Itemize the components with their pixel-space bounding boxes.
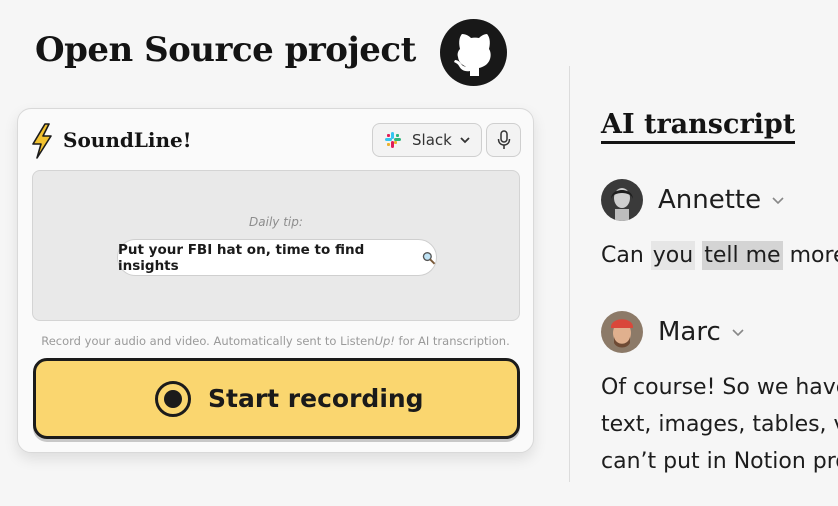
speaker-name: Annette xyxy=(658,185,762,215)
page-title: Open Source project xyxy=(35,30,416,70)
tip-text: Put your FBI hat on, time to find insigh… xyxy=(118,241,365,274)
daily-tip-panel: Daily tip: Put your FBI hat on, time to … xyxy=(32,170,520,321)
record-icon xyxy=(155,380,191,417)
recording-note: Record your audio and video. Automatical… xyxy=(18,334,533,348)
speaker-annette[interactable]: Annette xyxy=(601,179,785,221)
transcript-text: more xyxy=(789,243,838,268)
transcript-line: Of course! So we have xyxy=(601,375,838,400)
microphone-button[interactable] xyxy=(486,123,521,157)
highlighted-word: tell me xyxy=(702,241,783,270)
start-recording-label: Start recording xyxy=(208,384,424,413)
avatar xyxy=(601,311,643,353)
divider xyxy=(569,66,570,482)
speaker-marc[interactable]: Marc xyxy=(601,311,745,353)
highlighted-word: you xyxy=(650,241,696,270)
chevron-down-icon xyxy=(772,197,784,205)
recorder-widget: SoundLine! Slack Daily tip: Put your FBI… xyxy=(17,108,534,453)
start-recording-button[interactable]: Start recording xyxy=(33,358,520,439)
transcript-line: Can you tell me more xyxy=(601,241,838,270)
transcript-text: Can xyxy=(601,243,651,268)
slack-icon xyxy=(385,132,401,148)
chevron-down-icon xyxy=(732,329,744,337)
note-text: Record your audio and video. Automatical… xyxy=(41,334,375,348)
tip-label: Daily tip: xyxy=(249,215,303,229)
avatar xyxy=(601,179,643,221)
integration-label: Slack xyxy=(412,131,452,149)
app-name: SoundLine! xyxy=(63,128,192,152)
transcript-line: can’t put in Notion pro xyxy=(601,449,838,474)
chevron-down-icon xyxy=(460,137,470,144)
note-brand: Up! xyxy=(374,334,395,348)
speaker-name: Marc xyxy=(658,317,721,347)
lightning-bolt-icon xyxy=(32,123,52,159)
note-text-end: for AI transcription. xyxy=(394,334,510,348)
transcript-line: text, images, tables, v xyxy=(601,412,838,437)
microphone-icon xyxy=(497,130,510,149)
github-octocat-icon[interactable] xyxy=(440,19,507,86)
transcript-title: AI transcript xyxy=(601,109,796,144)
tip-pill: Put your FBI hat on, time to find insigh… xyxy=(117,239,437,276)
integration-select[interactable]: Slack xyxy=(372,123,482,157)
magnifying-glass-icon xyxy=(423,251,436,264)
